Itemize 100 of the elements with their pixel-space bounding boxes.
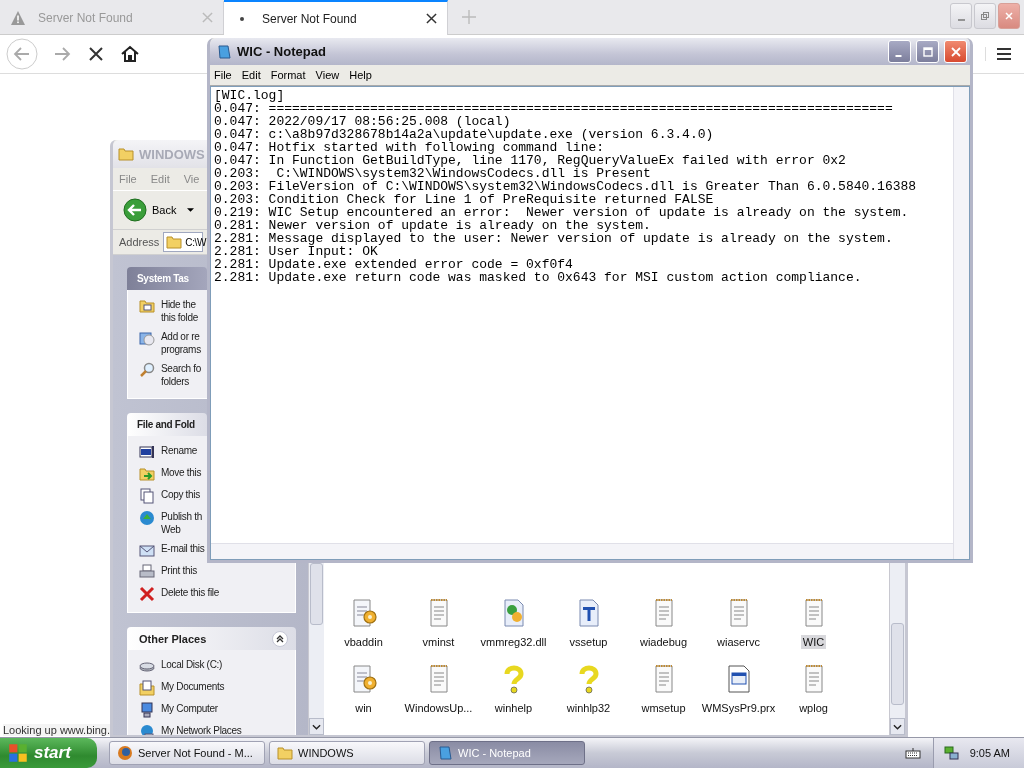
caret-icon[interactable] [187,208,195,212]
file-name[interactable]: winhelp [492,701,535,715]
task-link[interactable]: Hide the this folde [161,298,199,324]
file-name[interactable]: wmsetup [639,701,688,715]
notepad-icon [437,745,453,761]
log-line: 2.281: User Input: OK [214,245,378,258]
file-name[interactable]: WIC [800,635,827,649]
window-title: WIC - Notepad [237,44,326,59]
file-name[interactable]: WMSysPr9.prx [699,701,778,715]
menu-item[interactable]: File [210,69,236,81]
pages-icon [139,488,155,504]
log-line: 2.281: Update.exe return code was masked to 0x643 for MSI custom action compliance. [214,271,862,284]
minimize-icon [957,19,965,21]
minimize-button[interactable] [950,3,972,29]
file-name[interactable]: vssetup [567,635,610,649]
file-name[interactable]: vbaddin [342,635,385,649]
task-link[interactable]: Search fo folders [161,362,202,388]
log-line: 0.203: FileVersion of C:\WINDOWS\system32\WindowsCodecs.dll is Greater Than 6.0.5840.16388 [214,180,917,193]
file-name[interactable]: WindowsUp... [402,701,475,715]
warning-icon [10,9,26,26]
document-folder-icon [139,680,155,696]
log-line: 0.047: 2022/09/17 08:56:25.008 (local) [214,115,511,128]
scrollbar[interactable] [211,543,953,559]
start-button[interactable]: start [0,738,97,768]
task-link[interactable]: My Computer [161,702,218,715]
task-link[interactable]: Add or re programs [161,330,201,356]
task-link[interactable]: My Documents [161,680,225,693]
close-icon [1004,11,1014,21]
restore-button[interactable] [974,3,996,29]
loading-dot-icon [240,16,244,21]
cross-icon [139,586,155,602]
maximize-icon [921,45,934,58]
cd-box-icon [139,330,155,346]
task-link[interactable]: Print this [161,564,197,577]
scrollbar[interactable] [953,87,969,559]
task-link[interactable]: Publish th Web [161,510,202,536]
computer-icon [139,702,155,718]
collapse-icon[interactable] [272,630,288,647]
browser-icon [117,745,133,761]
file-name[interactable]: wiaservc [715,635,762,649]
log-line: 0.203: Condition Check for Line 1 of PreRequisite returned FALSE [214,193,714,206]
clock: 9:05 AM [969,747,1010,759]
file-name[interactable]: win [353,701,374,715]
file-name[interactable]: wplog [797,701,830,715]
scrollbar[interactable] [889,563,905,735]
notepad-icon [216,43,232,60]
panel-header[interactable]: Other Places [127,627,296,650]
task-link[interactable]: Local Disk (C:) [161,658,223,671]
folder-icon [166,234,183,250]
task-link[interactable]: Copy this [161,488,200,501]
file-name[interactable]: vminst [420,635,457,649]
folder-grid-icon [139,298,155,314]
log-line: 2.281: Message displayed to the user: Newer version of update is already on the system. [214,232,893,245]
folder-arrow-icon [139,466,155,482]
file-name[interactable]: vmmreg32.dll [478,635,549,649]
windows-flag-icon [8,743,28,763]
printer-icon [139,564,155,580]
back-button[interactable]: Back [123,198,195,222]
log-line: 0.203: C:\WINDOWS\system32\WindowsCodecs.dll is Present [214,167,651,180]
log-line: [WIC.log] [214,89,285,102]
minimize-icon [894,54,902,57]
log-line: 0.047: Hotfix started with following command line: [214,141,605,154]
menu-item[interactable]: Edit [237,69,265,81]
scroll-down-icon[interactable] [893,723,902,730]
status-text: Looking up www.bing. [3,724,110,736]
close-icon [949,45,962,58]
task-link[interactable]: E-mail this [161,542,205,555]
taskbar-button[interactable]: WINDOWS [269,741,425,765]
file-name[interactable]: wiadebug [637,635,690,649]
menu-item[interactable]: Format [266,69,310,81]
task-link[interactable]: Move this [161,466,202,479]
window-cursor-icon [139,444,155,460]
panel-header[interactable]: File and Fold [127,413,207,436]
file-name[interactable]: winhlp32 [564,701,613,715]
browser-tab[interactable]: Server Not Found [224,0,448,35]
restore-icon [980,11,990,21]
scrollbar[interactable] [308,563,324,735]
log-line: 0.047: ================================================================================ [214,102,893,115]
task-link[interactable]: Delete this file [161,586,219,599]
magnifier-icon [139,362,155,378]
menu-item[interactable]: Help [345,69,376,81]
scroll-down-icon[interactable] [312,723,321,730]
menu-icon[interactable] [985,47,1012,61]
close-button[interactable] [998,3,1020,29]
maximize-button[interactable] [916,40,939,63]
folder-icon [118,146,134,162]
network-icon[interactable] [943,745,960,761]
menu-item[interactable]: View [311,69,344,81]
keyboard-icon[interactable] [904,747,921,759]
log-line: 0.047: In Function GetBuildType, line 1170, RegQueryValueEx failed with error 0x2 [214,154,846,167]
close-icon[interactable] [426,13,437,24]
back-icon[interactable] [6,38,38,70]
globe-icon [139,510,155,526]
task-link[interactable]: Rename [161,444,197,457]
envelope-icon [139,542,155,558]
taskbar-button[interactable]: Server Not Found - M... [109,741,265,765]
log-line: 2.281: Update.exe extended error code = 0xf0f4 [214,258,573,271]
log-line: 0.219: WIC Setup encountered an error: Newer version of update is already on the system. [214,206,909,219]
home-icon[interactable] [120,44,140,64]
window-title: WINDOWS [139,146,205,162]
